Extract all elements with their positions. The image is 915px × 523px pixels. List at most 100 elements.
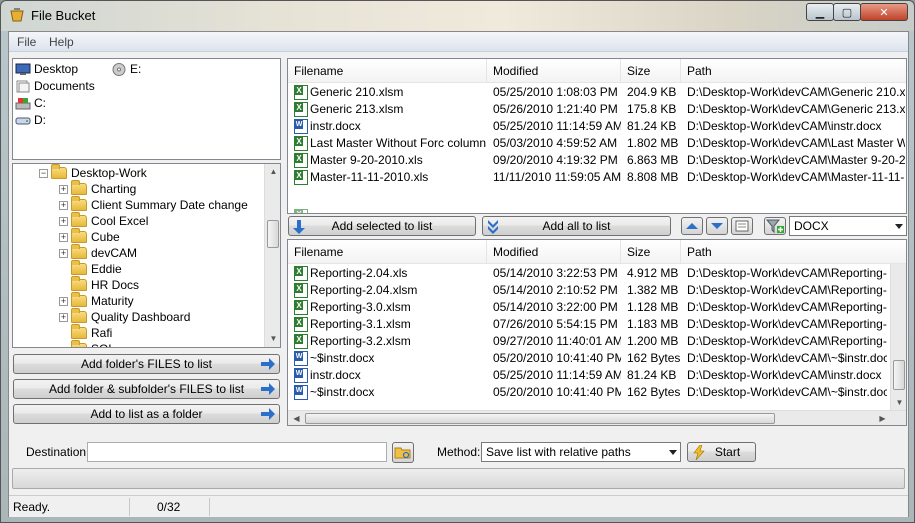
- column-modified[interactable]: Modified: [487, 59, 621, 83]
- cell-modified: 05/03/2010 4:59:52 AM: [493, 136, 618, 150]
- add-as-folder-button[interactable]: Add to list as a folder: [13, 404, 280, 424]
- list-row[interactable]: Generic 213.xlsm 05/26/2010 1:21:40 PM 175…: [288, 101, 906, 118]
- column-modified[interactable]: Modified: [487, 240, 621, 264]
- cell-modified: 09/27/2010 11:40:01 AM: [493, 334, 621, 348]
- expand-icon[interactable]: +: [59, 248, 68, 258]
- list-hscroll-thumb[interactable]: [305, 413, 775, 424]
- tree-node-devcam[interactable]: + devCAM: [59, 244, 137, 261]
- list-scroll-thumb[interactable]: [893, 360, 905, 390]
- scroll-left-icon[interactable]: ◀: [288, 414, 305, 423]
- cell-filename: ~$instr.docx: [310, 385, 375, 399]
- column-size[interactable]: Size: [621, 240, 681, 264]
- menu-file[interactable]: File: [17, 35, 36, 49]
- column-filename[interactable]: Filename: [288, 59, 487, 83]
- list-row-partial: [288, 208, 906, 213]
- cell-size: 81.24 KB: [627, 119, 677, 133]
- list-row[interactable]: instr.docx 05/25/2010 11:14:59 AM 81.24 KB…: [288, 367, 906, 384]
- list-row[interactable]: Master 9-20-2010.xls 09/20/2010 4:19:32 P…: [288, 152, 906, 169]
- close-button[interactable]: ✕: [860, 3, 908, 21]
- expand-icon[interactable]: +: [59, 232, 68, 242]
- expand-icon[interactable]: +: [59, 296, 68, 306]
- drive-documents[interactable]: Documents: [15, 79, 95, 93]
- list-row[interactable]: Reporting-3.1.xlsm 07/26/2010 5:54:15 PM 1…: [288, 316, 906, 333]
- list-row[interactable]: Generic 210.xlsm 05/25/2010 1:08:03 PM 204…: [288, 84, 906, 101]
- list-icon: [735, 220, 749, 232]
- source-file-list: Filename Modified Size Path Generic 210.…: [287, 58, 907, 214]
- tree-node-quality-dashboard[interactable]: + Quality Dashboard: [59, 308, 190, 325]
- drive-d[interactable]: D:: [15, 113, 46, 127]
- folder-icon: [71, 308, 87, 323]
- column-size[interactable]: Size: [621, 59, 681, 83]
- add-folder-subfolder-files-button[interactable]: Add folder & subfolder's FILES to list: [13, 379, 280, 399]
- cell-path: D:\Desktop-Work\devCAM\Master 9-20-2: [687, 153, 905, 167]
- collapse-icon[interactable]: −: [39, 168, 48, 178]
- add-all-button[interactable]: Add all to list: [482, 216, 671, 236]
- filter-button[interactable]: [764, 217, 786, 235]
- move-up-button[interactable]: [681, 217, 703, 235]
- maximize-button[interactable]: ▢: [833, 3, 861, 21]
- drive-e[interactable]: E:: [111, 62, 141, 76]
- list-view-button[interactable]: [731, 217, 753, 235]
- drive-desktop[interactable]: Desktop: [15, 62, 78, 76]
- expand-icon[interactable]: +: [59, 200, 68, 210]
- status-bar: Ready. 0/32: [9, 495, 908, 517]
- filter-combo[interactable]: DOCX: [789, 216, 907, 236]
- arrow-right-icon: [261, 358, 275, 370]
- tree-node-root[interactable]: − Desktop-Work: [39, 164, 147, 181]
- list-row[interactable]: instr.docx 05/25/2010 11:14:59 AM 81.24 KB…: [288, 118, 906, 135]
- tree-vertical-scrollbar[interactable]: ▲ ▼: [264, 164, 280, 347]
- list-row[interactable]: ~$instr.docx 05/20/2010 10:41:40 PM 162 By…: [288, 350, 906, 367]
- scroll-down-icon[interactable]: ▼: [891, 398, 906, 407]
- column-filename[interactable]: Filename: [288, 240, 487, 264]
- tree-node-sql[interactable]: SQL: [59, 340, 115, 347]
- list-row[interactable]: Reporting-2.04.xls 05/14/2010 3:22:53 PM 4…: [288, 265, 906, 282]
- list-row[interactable]: Last Master Without Forc columns.xls 05/0…: [288, 135, 906, 152]
- tree-node-cool-excel[interactable]: + Cool Excel: [59, 212, 148, 229]
- tree-node-client-summary-date-change[interactable]: + Client Summary Date change: [59, 196, 248, 213]
- scroll-down-icon[interactable]: ▼: [265, 334, 280, 343]
- tree-node-maturity[interactable]: + Maturity: [59, 292, 134, 309]
- move-down-button[interactable]: [706, 217, 728, 235]
- tree-node-charting[interactable]: + Charting: [59, 180, 136, 197]
- expand-icon[interactable]: +: [59, 216, 68, 226]
- list-row[interactable]: Master-11-11-2010.xls 11/11/2010 11:59:05…: [288, 169, 906, 186]
- column-path[interactable]: Path: [681, 59, 906, 83]
- cell-filename: instr.docx: [310, 368, 361, 382]
- drive-label: C:: [34, 96, 46, 110]
- cell-filename: Reporting-2.04.xls: [310, 266, 408, 280]
- button-label: Add to list as a folder: [90, 407, 203, 421]
- cell-path: D:\Desktop-Work\devCAM\Reporting-2.0: [687, 283, 887, 297]
- tree-node-eddie[interactable]: Eddie: [59, 260, 122, 277]
- method-select[interactable]: Save list with relative paths: [481, 442, 681, 462]
- list-row[interactable]: Reporting-3.0.xlsm 05/14/2010 3:22:00 PM 1…: [288, 299, 906, 316]
- scroll-right-icon[interactable]: ▶: [874, 414, 891, 423]
- list-row[interactable]: ~$instr.docx 05/20/2010 10:41:40 PM 162 By…: [288, 384, 906, 401]
- scroll-up-icon[interactable]: ▲: [265, 167, 280, 176]
- menu-help[interactable]: Help: [49, 35, 74, 49]
- cell-filename: Reporting-3.2.xlsm: [310, 334, 411, 348]
- tree-node-label: Rafi: [91, 326, 113, 340]
- tree-node-label: Cube: [91, 230, 120, 244]
- browse-destination-button[interactable]: [392, 442, 414, 463]
- list-horizontal-scrollbar[interactable]: ◀ ▶: [288, 410, 906, 425]
- expand-icon[interactable]: +: [59, 184, 68, 194]
- tree-node-cube[interactable]: + Cube: [59, 228, 120, 245]
- add-selected-button[interactable]: Add selected to list: [288, 216, 476, 236]
- list-vertical-scrollbar[interactable]: ▼: [890, 264, 906, 410]
- start-button[interactable]: Start: [687, 442, 756, 462]
- list-row[interactable]: Reporting-2.04.xlsm 05/14/2010 2:10:52 PM…: [288, 282, 906, 299]
- excel-file-icon: [294, 283, 308, 298]
- tree-node-hr-docs[interactable]: HR Docs: [59, 276, 140, 293]
- drive-c[interactable]: C:: [15, 96, 46, 110]
- minimize-button[interactable]: ▁: [806, 3, 834, 21]
- destination-input[interactable]: [87, 442, 387, 462]
- title-bar[interactable]: File Bucket ▁ ▢ ✕: [1, 1, 914, 31]
- add-folder-files-button[interactable]: Add folder's FILES to list: [13, 354, 280, 374]
- expand-icon[interactable]: +: [59, 312, 68, 322]
- tree-node-label: HR Docs: [91, 278, 140, 292]
- column-path[interactable]: Path: [681, 240, 891, 264]
- folder-open-icon: [51, 164, 67, 179]
- list-row[interactable]: Reporting-3.2.xlsm 09/27/2010 11:40:01 AM…: [288, 333, 906, 350]
- tree-node-rafi[interactable]: Rafi: [59, 324, 113, 341]
- tree-scroll-thumb[interactable]: [267, 220, 279, 248]
